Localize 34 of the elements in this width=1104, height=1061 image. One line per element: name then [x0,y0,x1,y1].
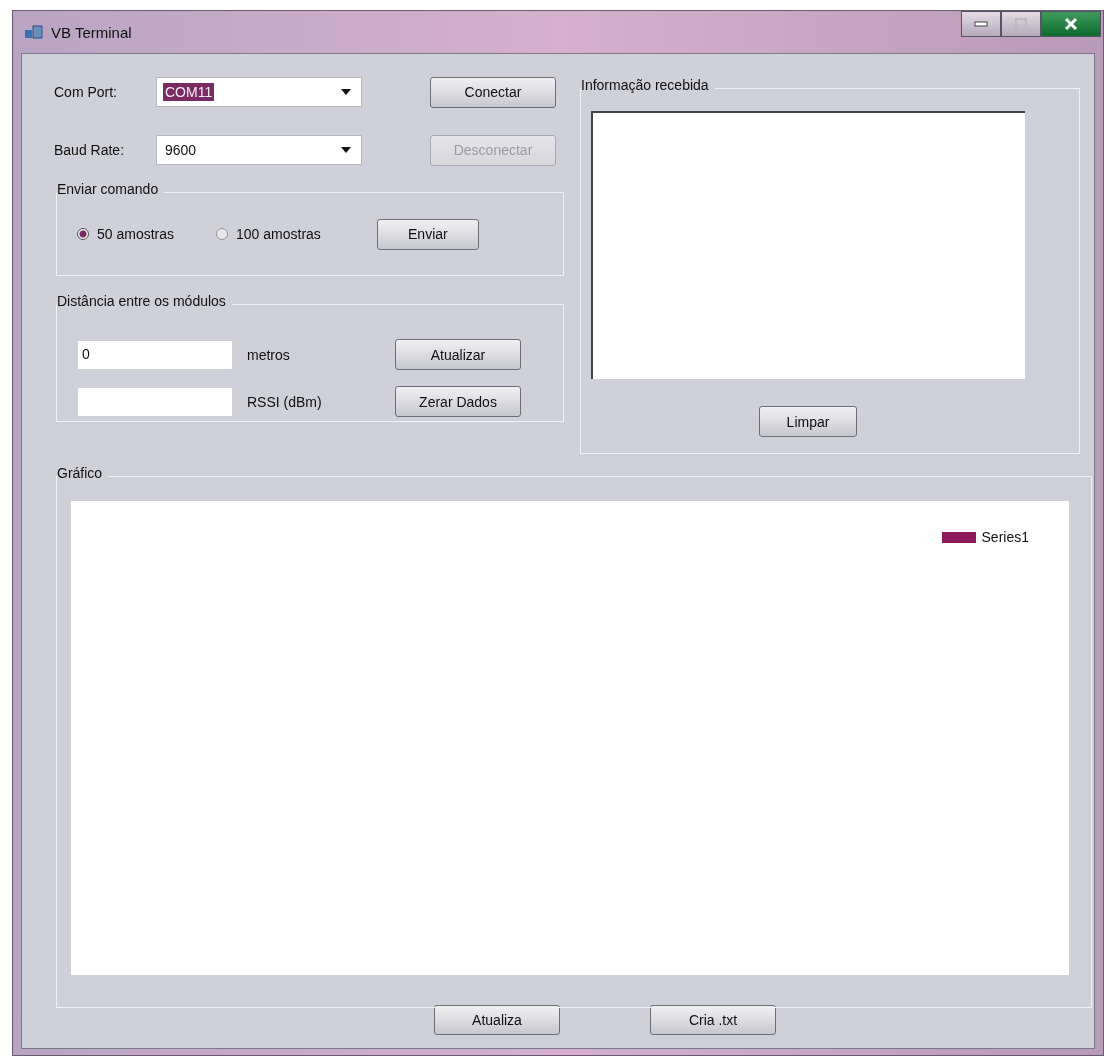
radio-label: 100 amostras [236,226,321,242]
minimize-icon [974,21,988,27]
action-button[interactable]: Atualizar [395,339,521,370]
group-title: Enviar comando [57,181,165,197]
group-title: Informação recebida [581,77,715,93]
action-button[interactable]: Cria .txt [650,1005,776,1035]
legend-label: Series1 [981,529,1029,545]
group-title: Gráfico [57,465,109,481]
caret-icon [341,89,351,95]
unit-label: RSSI (dBm) [247,393,323,410]
field-label: Baud Rate: [54,142,126,158]
radio-button[interactable] [77,228,89,240]
connect-button[interactable]: Conectar [430,76,556,108]
text-field[interactable]: 0 [77,339,233,370]
app-icon [25,24,43,40]
close-button[interactable] [1041,11,1101,37]
maximize-button[interactable] [1001,11,1041,37]
clear-button[interactable]: Limpar [759,406,857,437]
send-button[interactable]: Enviar [376,218,479,250]
group-title: Distância entre os módulos [57,293,232,309]
action-button[interactable]: Zerar Dados [395,386,521,417]
combo-box[interactable]: COM11 [156,77,362,107]
radio-label: 50 amostras [97,226,175,242]
caret-icon [341,147,351,153]
text-field[interactable] [77,386,233,417]
minimize-button[interactable] [961,11,1001,37]
close-icon [1064,17,1078,31]
action-button[interactable]: Atualiza [434,1005,560,1035]
combo-box[interactable]: 9600 [156,135,362,165]
unit-label: metros [247,346,291,363]
maximize-icon [1015,18,1027,30]
radio-button[interactable] [216,228,229,240]
window-title: VB Terminal [51,23,132,41]
field-label: Com Port: [54,84,118,100]
